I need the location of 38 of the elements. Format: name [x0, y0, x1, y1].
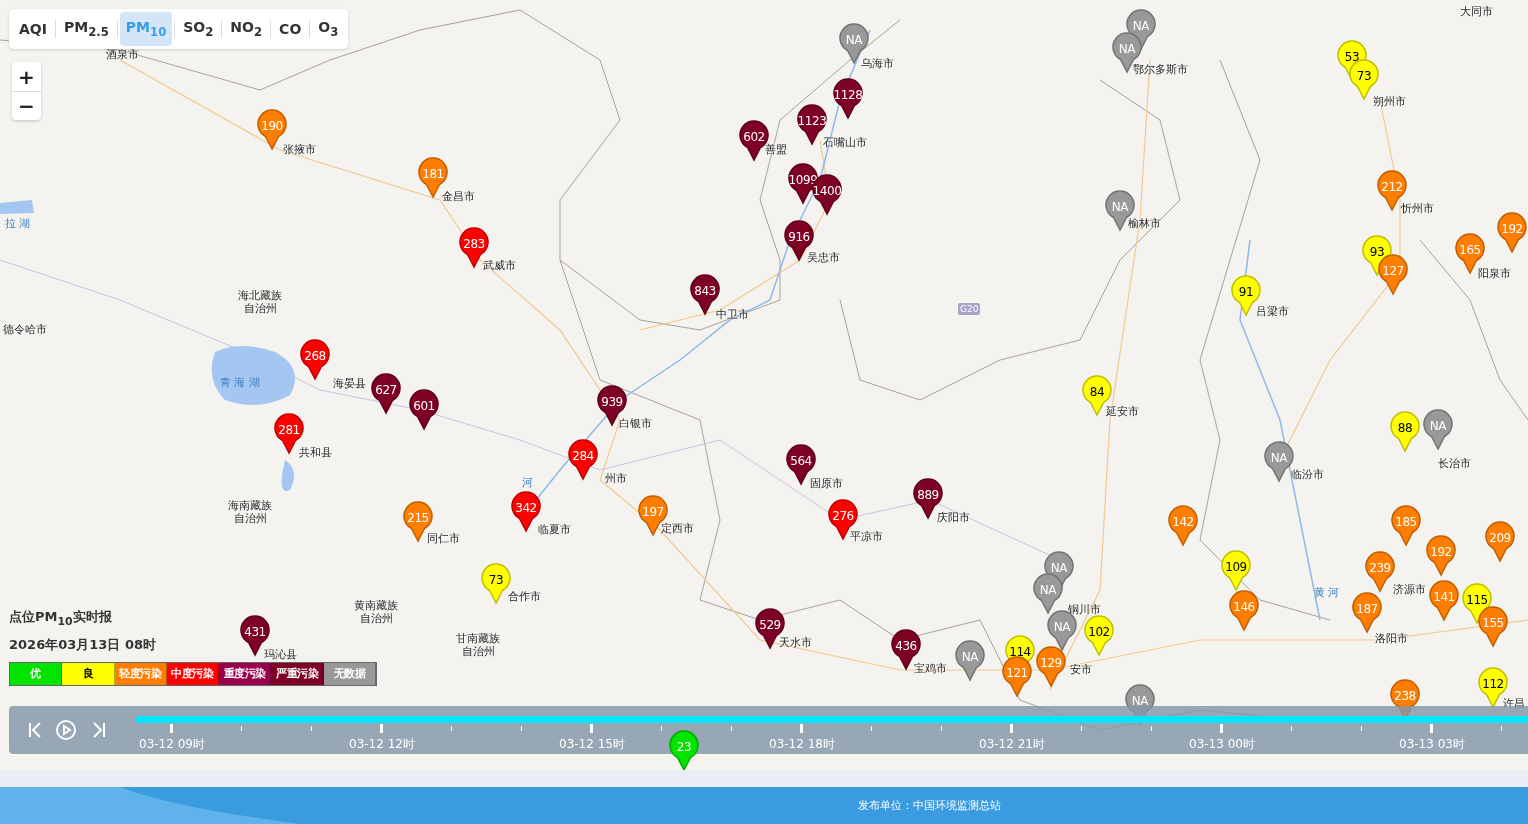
city-label: 大同市	[1460, 5, 1493, 18]
report-title: 点位PM$_{10}$实时报	[9, 608, 112, 628]
city-label: 洛阳市	[1375, 632, 1408, 645]
city-label: 合作市	[508, 590, 541, 603]
publisher-text: 发布单位：中国环境监测总站	[858, 798, 1001, 813]
legend-item: 严重污染	[271, 662, 324, 685]
highway-badge: G20	[958, 303, 981, 315]
city-label: 济源市	[1393, 583, 1426, 596]
time-tick-label: 03-12 15时	[559, 736, 625, 753]
legend-item: 优	[10, 662, 63, 685]
city-label: 临夏市	[538, 523, 571, 536]
water-label: 黄 河	[1314, 585, 1340, 600]
time-tick-label: 03-13 03时	[1399, 736, 1465, 753]
city-label: 海晏县	[333, 377, 366, 390]
region-label: 甘南藏族自治州	[456, 632, 500, 658]
legend-item: 良	[62, 662, 115, 685]
city-label: 长治市	[1438, 457, 1471, 470]
water-label: 河	[522, 475, 533, 490]
region-label: 黄南藏族自治州	[354, 599, 398, 625]
legend-item: 中度污染	[166, 662, 220, 685]
city-label: 州市	[605, 472, 627, 485]
time-tick-label: 03-12 18时	[769, 736, 835, 753]
water-label: 拉 湖	[5, 216, 31, 231]
city-label: 安市	[1070, 663, 1092, 676]
legend-item: 轻度污染	[114, 662, 167, 685]
region-label: 海南藏族自治州	[228, 499, 272, 525]
time-tick-label: 03-13 00时	[1189, 736, 1255, 753]
legend-item: 重度污染	[219, 662, 272, 685]
time-tick-label: 03-12 21时	[979, 736, 1045, 753]
city-label: 德令哈市	[3, 323, 47, 336]
water-label: 青 海 湖	[220, 375, 260, 390]
region-label: 海北藏族自治州	[238, 289, 282, 315]
report-time: 2026年03月13日 08时	[9, 635, 156, 654]
city-label: 临汾市	[1291, 468, 1324, 481]
time-tick-label: 03-12 12时	[349, 736, 415, 753]
time-tick-label: 03-12 09时	[139, 736, 205, 753]
legend-item: 无数据	[323, 662, 376, 685]
city-label: 酒泉市	[106, 48, 139, 61]
